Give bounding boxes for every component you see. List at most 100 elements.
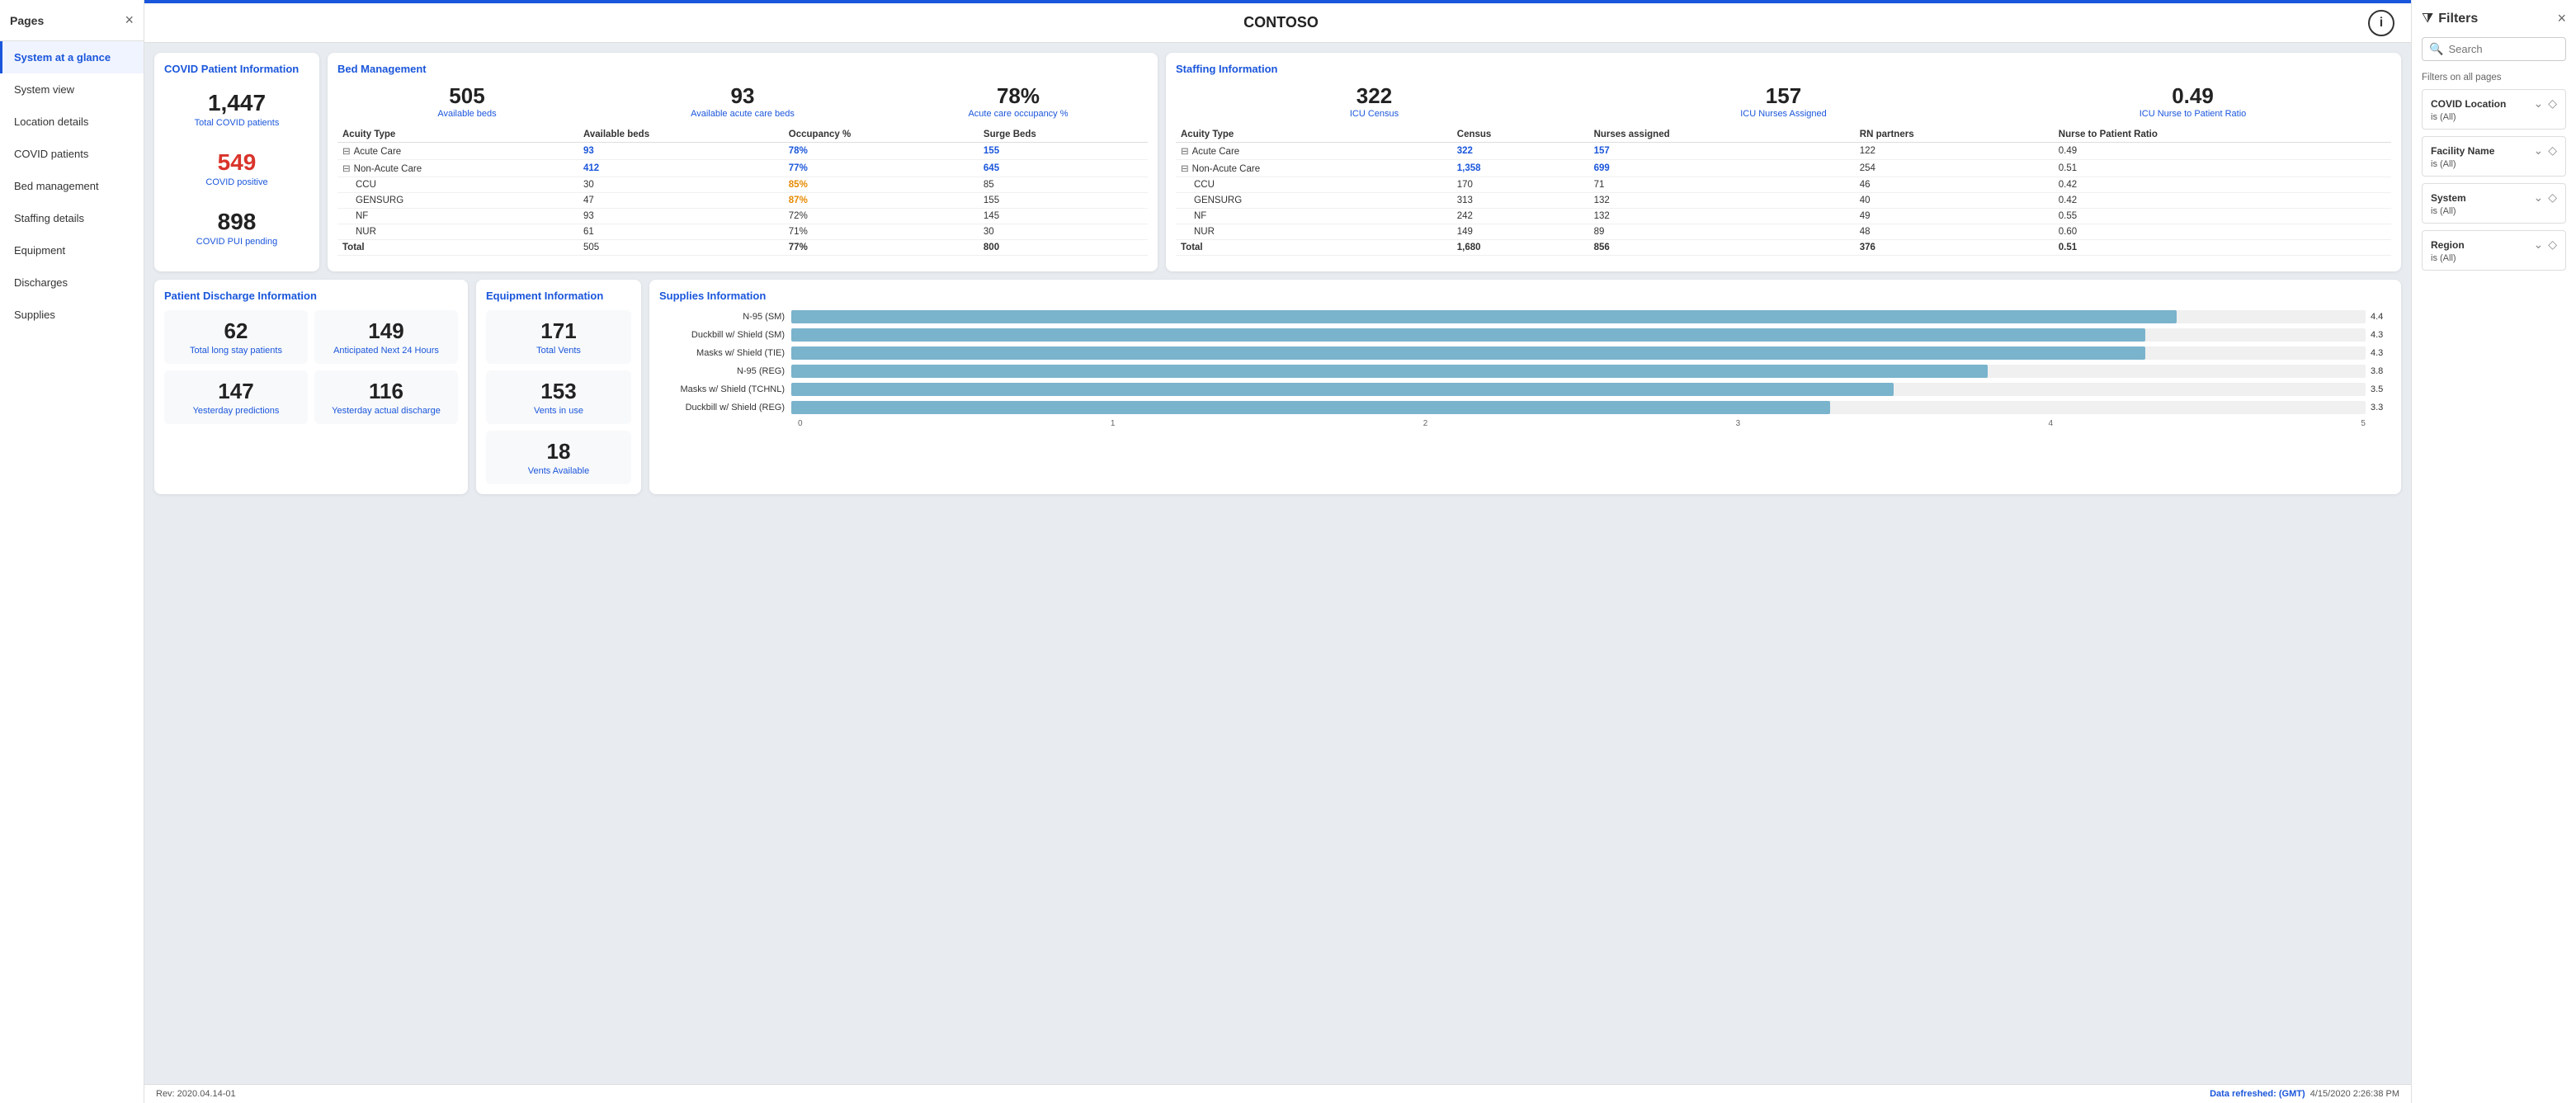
bed-table: Acuity TypeAvailable bedsOccupancy %Surg…: [337, 127, 1148, 256]
table-row: CCU3085%85: [337, 177, 1148, 193]
filter-items: COVID Location ⌄ ◇ is (All) Facility Nam…: [2422, 89, 2566, 277]
bar-value: 4.3: [2371, 330, 2391, 340]
bar-value: 3.5: [2371, 384, 2391, 394]
covid-total-block: 1,447 Total COVID patients: [164, 83, 309, 134]
bar-label: Masks w/ Shield (TIE): [659, 348, 791, 358]
clear-filter-icon[interactable]: ◇: [2548, 191, 2557, 205]
staffing-card: Staffing Information 322ICU Census157ICU…: [1166, 53, 2401, 271]
filter-item-region[interactable]: Region ⌄ ◇ is (All): [2422, 230, 2566, 271]
clear-filter-icon[interactable]: ◇: [2548, 97, 2557, 111]
covid-total-number: 1,447: [171, 90, 303, 116]
covid-positive-number: 549: [171, 149, 303, 176]
clear-filter-icon[interactable]: ◇: [2548, 238, 2557, 252]
discharge-stat: 62Total long stay patients: [164, 310, 308, 364]
covid-pui-number: 898: [171, 209, 303, 235]
sidebar-header: Pages ×: [0, 0, 144, 41]
bed-stat: 93Available acute care beds: [613, 83, 872, 119]
filter-funnel-icon: ⧩: [2422, 12, 2433, 26]
covid-pui-block: 898 COVID PUI pending: [164, 202, 309, 253]
sidebar: Pages × System at a glanceSystem viewLoc…: [0, 0, 144, 1103]
sidebar-title: Pages: [10, 14, 44, 27]
sidebar-item-supplies[interactable]: Supplies: [0, 299, 144, 331]
footer: Rev: 2020.04.14-01 Data refreshed: (GMT)…: [144, 1084, 2411, 1103]
top-row: COVID Patient Information 1,447 Total CO…: [154, 53, 2401, 271]
topbar: CONTOSO i: [144, 0, 2411, 43]
bar-value: 4.3: [2371, 348, 2391, 358]
staffing-table-container: Acuity TypeCensusNurses assignedRN partn…: [1176, 127, 2391, 256]
bar-container: [791, 310, 2366, 323]
sidebar-item-system-at-a-glance[interactable]: System at a glance: [0, 41, 144, 73]
sidebar-items: System at a glanceSystem viewLocation de…: [0, 41, 144, 331]
discharge-stat: 116Yesterday actual discharge: [314, 370, 458, 424]
filters-section-title: Filters on all pages: [2422, 73, 2566, 82]
equip-stat: 153Vents in use: [486, 370, 631, 424]
sidebar-item-system-view[interactable]: System view: [0, 73, 144, 106]
bar-label: Duckbill w/ Shield (REG): [659, 403, 791, 412]
bar-row: N-95 (SM) 4.4: [659, 310, 2391, 323]
covid-pui-label: COVID PUI pending: [171, 237, 303, 247]
bar-value: 4.4: [2371, 312, 2391, 322]
bar-label: Duckbill w/ Shield (SM): [659, 330, 791, 340]
equip-stats: 171Total Vents153Vents in use18Vents Ava…: [486, 310, 631, 484]
bar-value: 3.8: [2371, 366, 2391, 376]
sidebar-item-discharges[interactable]: Discharges: [0, 266, 144, 299]
info-icon[interactable]: i: [2368, 10, 2394, 36]
table-row: NUR14989480.60: [1176, 224, 2391, 240]
topbar-title: CONTOSO: [194, 14, 2368, 31]
chevron-down-icon[interactable]: ⌄: [2533, 238, 2543, 252]
filter-item-system[interactable]: System ⌄ ◇ is (All): [2422, 183, 2566, 224]
equip-stat: 171Total Vents: [486, 310, 631, 364]
table-row: CCU17071460.42: [1176, 177, 2391, 193]
filter-item-covid-location[interactable]: COVID Location ⌄ ◇ is (All): [2422, 89, 2566, 130]
filter-item-facility-name[interactable]: Facility Name ⌄ ◇ is (All): [2422, 136, 2566, 177]
bar-container: [791, 365, 2366, 378]
table-row: GENSURG4787%155: [337, 193, 1148, 209]
chevron-down-icon[interactable]: ⌄: [2533, 97, 2543, 111]
clear-filter-icon[interactable]: ◇: [2548, 144, 2557, 158]
filters-title: Filters: [2438, 12, 2478, 26]
sidebar-close-button[interactable]: ×: [125, 12, 134, 29]
bar-row: N-95 (REG) 3.8: [659, 365, 2391, 378]
bed-stats: 505Available beds 93Available acute care …: [337, 83, 1148, 119]
sidebar-item-covid-patients[interactable]: COVID patients: [0, 138, 144, 170]
main-area: CONTOSO i COVID Patient Information 1,44…: [144, 0, 2411, 1103]
search-box: 🔍: [2422, 37, 2566, 61]
bar-row: Duckbill w/ Shield (REG) 3.3: [659, 401, 2391, 414]
staffing-table: Acuity TypeCensusNurses assignedRN partn…: [1176, 127, 2391, 256]
table-row: NUR6171%30: [337, 224, 1148, 240]
table-row: ⊟Non-Acute Care1,3586992540.51: [1176, 160, 2391, 177]
search-input[interactable]: [2448, 43, 2576, 55]
sidebar-item-equipment[interactable]: Equipment: [0, 234, 144, 266]
bar-row: Duckbill w/ Shield (SM) 4.3: [659, 328, 2391, 342]
covid-title: COVID Patient Information: [164, 63, 309, 75]
covid-positive-label: COVID positive: [171, 177, 303, 187]
equipment-card: Equipment Information 171Total Vents 153V…: [476, 280, 641, 494]
table-row: ⊟Acute Care9378%155: [337, 143, 1148, 160]
covid-total-label: Total COVID patients: [171, 118, 303, 128]
bed-stat: 505Available beds: [337, 83, 597, 119]
covid-card: COVID Patient Information 1,447 Total CO…: [154, 53, 319, 271]
axis-labels: 012345: [798, 419, 2391, 428]
table-row: Total1,6808563760.51: [1176, 240, 2391, 256]
filters-close-button[interactable]: ×: [2557, 10, 2566, 27]
staffing-title: Staffing Information: [1176, 63, 2391, 75]
bar-label: N-95 (SM): [659, 312, 791, 322]
bar-fill: [791, 401, 1830, 414]
filters-panel: ⧩ Filters × 🔍 Filters on all pages COVID…: [2411, 0, 2576, 1103]
footer-refresh: Data refreshed: (GMT) 4/15/2020 2:26:38 …: [2210, 1089, 2399, 1099]
bar-fill: [791, 346, 2145, 360]
bar-container: [791, 401, 2366, 414]
chevron-down-icon[interactable]: ⌄: [2533, 191, 2543, 205]
table-row: NF9372%145: [337, 209, 1148, 224]
sidebar-item-bed-management[interactable]: Bed management: [0, 170, 144, 202]
equipment-title: Equipment Information: [486, 290, 631, 302]
bottom-row: Patient Discharge Information 62Total lo…: [154, 280, 2401, 494]
filters-title-row: ⧩ Filters: [2422, 12, 2478, 26]
chevron-down-icon[interactable]: ⌄: [2533, 144, 2543, 158]
sidebar-item-staffing-details[interactable]: Staffing details: [0, 202, 144, 234]
bar-fill: [791, 328, 2145, 342]
bed-title: Bed Management: [337, 63, 1148, 75]
staff-stat: 0.49ICU Nurse to Patient Ratio: [1994, 83, 2391, 119]
sidebar-item-location-details[interactable]: Location details: [0, 106, 144, 138]
discharge-grid: 62Total long stay patients149Anticipated…: [164, 310, 458, 424]
